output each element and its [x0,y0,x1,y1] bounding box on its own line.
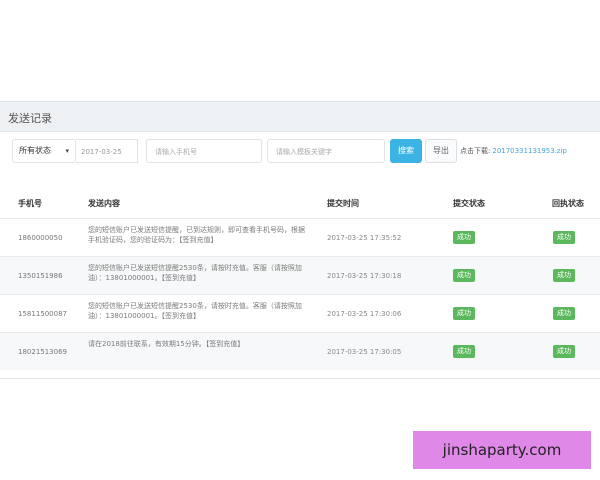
receipt-status-badge: 成功 [553,231,575,244]
search-button[interactable]: 搜索 [390,138,422,163]
row-time: 2017-03-25 17:35:52 [327,234,402,242]
row-content: 请在2018前往联系，有效期15分钟。【签到充值】 [88,340,245,348]
export-button[interactable]: 导出 [425,138,457,163]
row-content: 您的短信账户已发送短信提醒，已到达规则，即可查看手机号码，根据手机验证码，您的验… [88,226,305,244]
keyword-input[interactable]: 请输入模板关键字 [267,138,385,163]
receipt-status-badge: 成功 [553,269,575,282]
row-time: 2017-03-25 17:30:05 [327,348,402,356]
row-phone: 1350151986 [18,272,63,280]
receipt-status-badge: 成功 [553,307,575,320]
header-phone: 手机号 [18,199,42,208]
records-table: 手机号 发送内容 提交时间 提交状态 回执状态 1860000050 您的短信账… [0,190,600,370]
date-input[interactable]: 2017-03-25 [76,138,138,163]
table-row: 1350151986 您的短信账户已发送短信提醒2530条，请按时充值。客服（请… [0,256,600,294]
table-header: 手机号 发送内容 提交时间 提交状态 回执状态 [0,190,600,218]
submit-status-badge: 成功 [453,307,475,320]
submit-status-badge: 成功 [453,345,475,358]
download-link[interactable]: 20170331131953.zip [492,147,567,155]
row-content: 您的短信账户已发送短信提醒2530条，请按时充值。客服（请按照加油）：13801… [88,264,302,282]
phone-input[interactable]: 请输入手机号 [146,138,262,163]
caret-down-icon: ▾ [65,146,69,155]
row-time: 2017-03-25 17:30:06 [327,310,402,318]
filter-toolbar: 所有状态 ▾ 2017-03-25 请输入手机号 请输入模板关键字 搜索 导出 … [12,138,592,163]
header-receipt-status: 回执状态 [552,199,584,208]
row-phone: 15811500087 [18,310,67,318]
row-content: 您的短信账户已发送短信提醒2530条，请按时充值。客服（请按照加油）：13801… [88,302,302,320]
submit-status-badge: 成功 [453,269,475,282]
row-phone: 1860000050 [18,234,63,242]
download-label: 点击下载: [460,146,491,155]
submit-status-badge: 成功 [453,231,475,244]
site-watermark: jinshaparty.com [413,431,591,469]
table-row: 18021513069 请在2018前往联系，有效期15分钟。【签到充值】 20… [0,332,600,370]
table-row: 15811500087 您的短信账户已发送短信提醒2530条，请按时充值。客服（… [0,294,600,332]
row-time: 2017-03-25 17:30:18 [327,272,402,280]
header-content: 发送内容 [88,199,120,208]
status-select-value: 所有状态 [19,146,51,155]
header-submit-status: 提交状态 [453,199,485,208]
status-select[interactable]: 所有状态 ▾ [12,138,76,163]
panel-title: 发送记录 [8,112,52,125]
header-time: 提交时间 [327,199,359,208]
panel-header: 发送记录 [0,102,600,132]
receipt-status-badge: 成功 [553,345,575,358]
table-row: 1860000050 您的短信账户已发送短信提醒，已到达规则，即可查看手机号码，… [0,218,600,256]
row-phone: 18021513069 [18,348,67,356]
